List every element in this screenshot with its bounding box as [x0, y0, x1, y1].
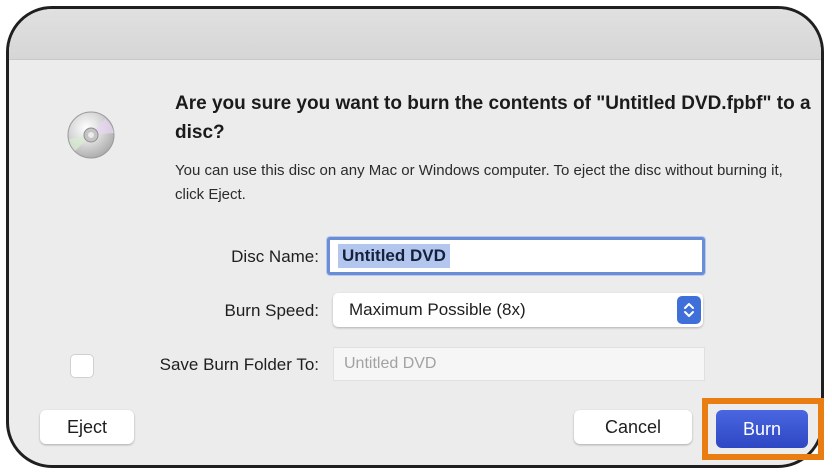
disc-name-value: Untitled DVD — [338, 244, 450, 268]
burn-speed-label: Burn Speed: — [224, 301, 319, 320]
burn-speed-value: Maximum Possible (8x) — [349, 300, 526, 319]
dialog-titlebar — [9, 9, 821, 60]
disc-name-field[interactable]: Untitled DVD — [327, 237, 705, 275]
save-folder-field[interactable]: Untitled DVD — [333, 347, 705, 381]
save-folder-placeholder: Untitled DVD — [344, 355, 437, 372]
chevron-updown-icon[interactable] — [677, 296, 701, 324]
dialog-info-text: You can use this disc on any Mac or Wind… — [175, 162, 783, 203]
save-folder-checkbox[interactable] — [71, 355, 93, 377]
eject-button[interactable]: Eject — [40, 410, 134, 444]
cancel-button[interactable]: Cancel — [574, 410, 692, 444]
dialog-headline: Are you sure you want to burn the conten… — [175, 93, 811, 143]
burn-button[interactable]: Burn — [716, 410, 808, 448]
save-folder-label: Save Burn Folder To: — [159, 355, 319, 374]
disc-icon — [65, 109, 117, 161]
disc-name-label: Disc Name: — [231, 247, 319, 266]
burn-speed-select[interactable]: Maximum Possible (8x) — [333, 293, 703, 327]
